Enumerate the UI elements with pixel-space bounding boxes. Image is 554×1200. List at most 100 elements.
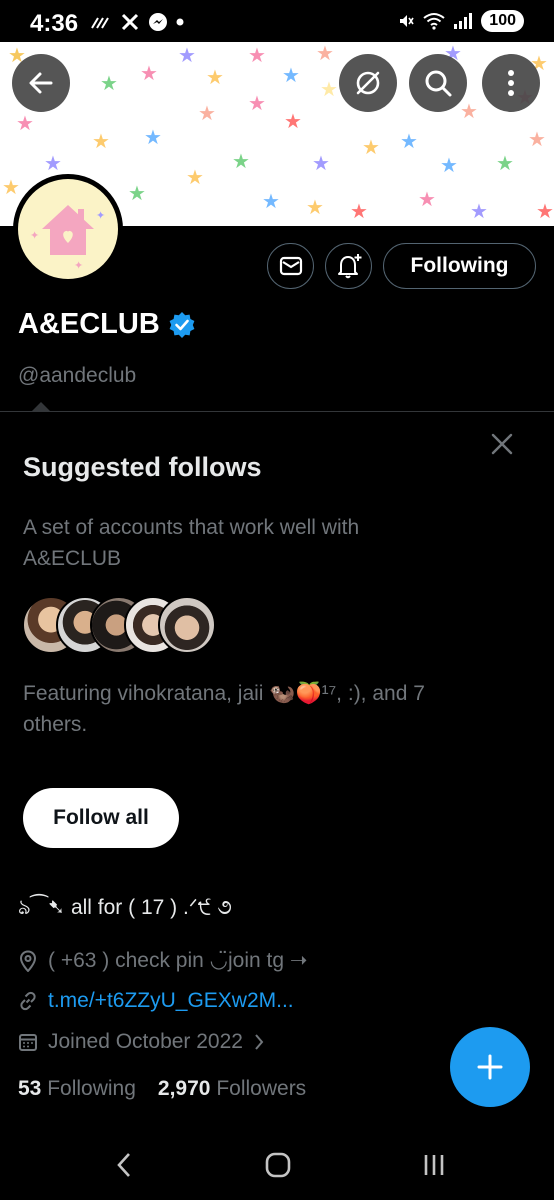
status-right-icons: 100 <box>397 10 524 32</box>
suggested-avatars[interactable] <box>22 596 232 654</box>
star-decoration: ★ <box>400 131 418 153</box>
star-decoration: ★ <box>128 183 146 205</box>
star-decoration: ★ <box>92 131 110 153</box>
star-decoration: ★ <box>178 45 196 67</box>
status-left-icons <box>90 12 184 32</box>
location-text: ( +63 ) check pin ◡̈join tg ➝ <box>48 949 308 972</box>
battery-indicator: 100 <box>481 10 524 32</box>
profile-name: A&ECLUB <box>18 308 160 340</box>
profile-bio: ঌ⁀➷ all for ( 17 ) .ᐟ੯⁠ ૭ <box>18 896 232 919</box>
location-row: ( +63 ) check pin ◡̈join tg ➝ <box>18 948 307 973</box>
star-decoration: ★ <box>440 155 458 177</box>
nav-home-icon <box>265 1152 291 1178</box>
star-decoration: ★ <box>16 113 34 135</box>
x-icon <box>121 13 139 31</box>
followers-count: 2,970 <box>157 1077 211 1100</box>
star-decoration: ★ <box>144 127 162 149</box>
star-decoration: ★ <box>496 153 514 175</box>
followers-stat[interactable]: 2,970 Followers <box>158 1077 306 1101</box>
star-decoration: ★ <box>470 201 488 223</box>
star-decoration: ★ <box>248 93 266 115</box>
grok-button[interactable] <box>339 54 397 112</box>
star-decoration: ★ <box>2 177 20 199</box>
search-icon <box>425 70 452 97</box>
mail-icon <box>279 256 302 276</box>
notifications-button[interactable] <box>325 243 372 289</box>
avatar-image: ✦ ✦ ✦ <box>18 179 118 279</box>
star-decoration: ✦ <box>96 210 106 222</box>
chevron-right-icon <box>255 1034 264 1050</box>
signal-icon <box>454 13 473 29</box>
more-options-button[interactable] <box>482 54 540 112</box>
suggested-follows-panel: Suggested follows A set of accounts that… <box>0 412 554 872</box>
back-button[interactable] <box>12 54 70 112</box>
dot-icon <box>176 18 184 26</box>
star-decoration: ★ <box>206 67 224 89</box>
nav-home-button[interactable] <box>258 1150 298 1180</box>
nav-recents-icon <box>424 1155 444 1175</box>
system-nav-bar <box>0 1130 554 1200</box>
plus-icon <box>477 1054 503 1080</box>
joined-text: Joined October 2022 <box>48 1030 243 1053</box>
star-decoration: ★ <box>362 137 380 159</box>
star-decoration: ★ <box>140 63 158 85</box>
close-icon <box>491 433 513 455</box>
nav-back-button[interactable] <box>104 1150 144 1180</box>
star-decoration: ★ <box>350 201 368 223</box>
profile-avatar[interactable]: ✦ ✦ ✦ <box>13 174 123 284</box>
star-decoration: ✦ <box>30 230 40 242</box>
suggested-description: A set of accounts that work well with A&… <box>23 516 360 570</box>
wifi-icon <box>423 13 445 30</box>
calendar-icon <box>19 1034 37 1051</box>
status-bar: 4:36 100 <box>0 0 554 42</box>
follow-all-button[interactable]: Follow all <box>23 788 179 848</box>
star-decoration: ★ <box>232 151 250 173</box>
close-suggested-button[interactable] <box>488 430 516 458</box>
location-pin-icon <box>19 949 37 972</box>
follow-stats: 53 Following 2,970 Followers <box>18 1077 306 1101</box>
house-icon <box>42 205 94 255</box>
suggested-title: Suggested follows <box>23 452 262 482</box>
link-icon <box>20 991 36 1011</box>
following-button[interactable]: Following <box>383 243 536 289</box>
compose-post-button[interactable] <box>450 1027 530 1107</box>
star-decoration: ★ <box>186 167 204 189</box>
messenger-icon <box>149 13 167 31</box>
message-button[interactable] <box>267 243 314 289</box>
star-decoration: ★ <box>248 45 266 67</box>
link-row[interactable]: t.me/+t6ZZyU_GEXw2M... <box>18 989 294 1013</box>
star-decoration: ★ <box>536 201 554 223</box>
nav-back-icon <box>117 1153 130 1177</box>
star-decoration: ★ <box>262 191 280 213</box>
star-decoration: ★ <box>306 197 324 219</box>
star-decoration: ★ <box>312 153 330 175</box>
star-decoration: ★ <box>44 153 62 175</box>
avatar <box>158 596 216 654</box>
star-decoration: ★ <box>528 129 546 151</box>
grok-icon <box>356 71 380 95</box>
back-arrow-icon <box>29 72 53 94</box>
star-decoration: ★ <box>284 111 302 133</box>
profile-handle: @aandeclub <box>18 364 137 387</box>
nav-recents-button[interactable] <box>414 1150 454 1180</box>
following-count: 53 <box>18 1077 42 1100</box>
search-button[interactable] <box>409 54 467 112</box>
following-label: Following <box>47 1077 136 1100</box>
joined-row[interactable]: Joined October 2022 <box>18 1030 265 1054</box>
followers-label: Followers <box>216 1077 307 1100</box>
verified-badge-icon <box>169 311 195 338</box>
star-decoration: ✦ <box>74 260 84 272</box>
following-stat[interactable]: 53 Following <box>18 1077 136 1101</box>
mute-icon <box>400 15 414 27</box>
more-vertical-icon <box>508 70 514 96</box>
profile-link[interactable]: t.me/+t6ZZyU_GEXw2M... <box>48 989 294 1013</box>
star-decoration: ★ <box>282 65 300 87</box>
status-time: 4:36 <box>30 10 79 37</box>
star-decoration: ★ <box>100 73 118 95</box>
bell-plus-icon <box>337 254 361 279</box>
suggested-featuring: Featuring vihokratana, jaii 🦦🍑¹⁷, :), an… <box>23 682 425 736</box>
profile-name-row: A&ECLUB <box>18 308 196 341</box>
star-decoration: ★ <box>316 43 334 65</box>
wifi-calling-icon <box>91 17 109 29</box>
star-decoration: ★ <box>460 101 478 123</box>
